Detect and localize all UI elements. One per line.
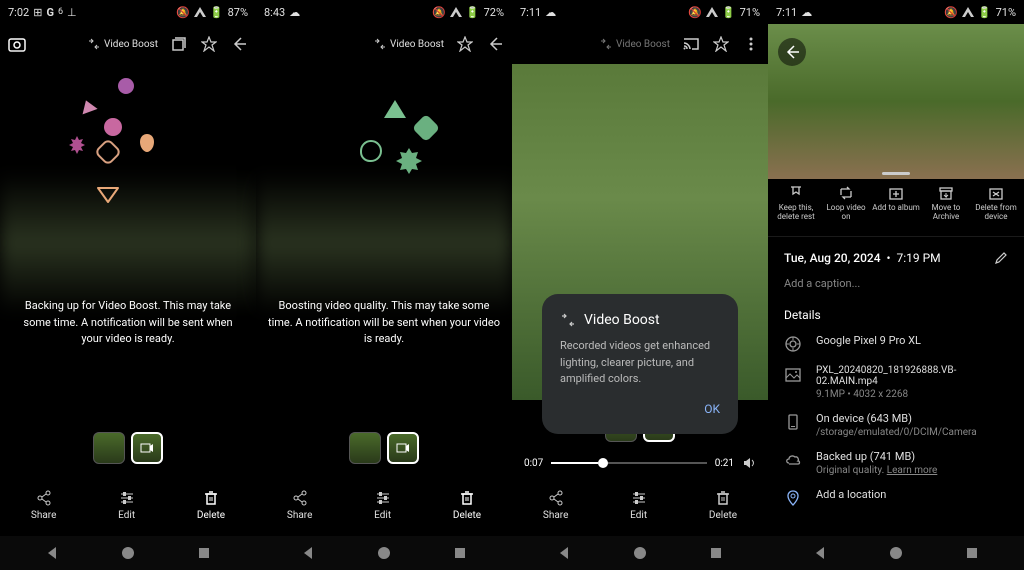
delete-device-chip[interactable]: Delete from device xyxy=(972,185,1020,230)
status-message: Backing up for Video Boost. This may tak… xyxy=(0,298,256,348)
action-chips: Keep this, delete rest Loop video on Add… xyxy=(768,179,1024,237)
thumbnail[interactable] xyxy=(93,432,125,464)
nav-back-icon[interactable] xyxy=(556,545,572,561)
dialog-title: Video Boost xyxy=(560,312,720,328)
thumbnail[interactable] xyxy=(349,432,381,464)
video-boost-button[interactable]: Video Boost xyxy=(374,38,444,50)
status-bar: 7:11☁ 🔕🔋71% xyxy=(768,0,1024,24)
edit-button[interactable]: Edit xyxy=(374,490,391,521)
more-icon[interactable] xyxy=(742,35,760,53)
status-bar: 7:02⊞G6⊥ 🔕🔋87% xyxy=(0,0,256,24)
photo-preview xyxy=(768,24,1024,179)
top-bar: Video Boost xyxy=(512,24,768,64)
nav-recent-icon[interactable] xyxy=(452,545,468,561)
video-boost-dialog: Video Boost Recorded videos get enhanced… xyxy=(542,294,738,434)
nav-home-icon[interactable] xyxy=(888,545,904,561)
dialog-body: Recorded videos get enhanced lighting, c… xyxy=(560,338,720,388)
back-icon[interactable] xyxy=(230,35,248,53)
share-button[interactable]: Share xyxy=(543,490,568,521)
nav-back-icon[interactable] xyxy=(44,545,60,561)
ok-button[interactable]: OK xyxy=(560,402,720,416)
backup-row: Backed up (741 MB)Original quality. Lear… xyxy=(784,450,1008,476)
thumbnail-selected[interactable] xyxy=(131,432,163,464)
camera-row: Google Pixel 9 Pro XL xyxy=(784,334,1008,353)
file-row: PXL_20240820_181926888.VB-02.MAIN.mp49.1… xyxy=(784,365,1008,400)
info-section: Tue, Aug 20, 2024 • 7:19 PM Add a captio… xyxy=(768,237,1024,521)
share-button[interactable]: Share xyxy=(287,490,312,521)
video-boost-button[interactable]: Video Boost xyxy=(600,38,670,50)
details-header: Details xyxy=(784,308,1008,322)
learn-more-link[interactable]: Learn more xyxy=(887,465,938,476)
nav-recent-icon[interactable] xyxy=(196,545,212,561)
nav-back-icon[interactable] xyxy=(812,545,828,561)
back-icon[interactable] xyxy=(486,35,504,53)
bottom-actions: Share Edit Delete xyxy=(512,474,768,536)
android-nav xyxy=(768,536,1024,570)
datetime-row: Tue, Aug 20, 2024 • 7:19 PM xyxy=(784,251,1008,265)
share-button[interactable]: Share xyxy=(31,490,56,521)
thumbnail-selected[interactable] xyxy=(387,432,419,464)
location-row[interactable]: Add a location xyxy=(784,488,1008,507)
device-row: On device (643 MB)/storage/emulated/0/DC… xyxy=(784,412,1008,438)
status-bar: 8:43☁ 🔕🔋72% xyxy=(256,0,512,24)
current-time: 0:07 xyxy=(524,458,543,469)
edit-button[interactable]: Edit xyxy=(118,490,135,521)
nav-home-icon[interactable] xyxy=(376,545,392,561)
android-nav xyxy=(512,536,768,570)
delete-button[interactable]: Delete xyxy=(453,490,481,521)
star-icon[interactable] xyxy=(456,35,474,53)
camera-icon[interactable] xyxy=(8,35,26,53)
nav-back-icon[interactable] xyxy=(300,545,316,561)
keep-chip[interactable]: Keep this, delete rest xyxy=(772,185,820,230)
thumbnails xyxy=(93,432,163,464)
top-bar: Video Boost xyxy=(0,24,256,64)
album-chip[interactable]: Add to album xyxy=(872,185,920,230)
caption-input[interactable]: Add a caption... xyxy=(784,277,1008,290)
bottom-actions: Share Edit Delete xyxy=(0,474,256,536)
delete-button[interactable]: Delete xyxy=(709,490,737,521)
bottom-actions: Share Edit Delete xyxy=(256,474,512,536)
archive-chip[interactable]: Move to Archive xyxy=(922,185,970,230)
top-bar: Video Boost xyxy=(256,24,512,64)
star-icon[interactable] xyxy=(712,35,730,53)
processing-shapes xyxy=(68,78,188,198)
nav-recent-icon[interactable] xyxy=(708,545,724,561)
star-icon[interactable] xyxy=(200,35,218,53)
cast-icon[interactable] xyxy=(682,35,700,53)
volume-icon[interactable] xyxy=(742,456,756,470)
edit-pencil-icon[interactable] xyxy=(994,251,1008,265)
delete-button[interactable]: Delete xyxy=(197,490,225,521)
nav-home-icon[interactable] xyxy=(632,545,648,561)
status-bar: 7:11☁ 🔕🔋71% xyxy=(512,0,768,24)
video-boost-button[interactable]: Video Boost xyxy=(88,38,158,50)
android-nav xyxy=(0,536,256,570)
duration: 0:21 xyxy=(715,458,734,469)
processing-shapes xyxy=(324,78,444,198)
back-button[interactable] xyxy=(778,38,806,66)
android-nav xyxy=(256,536,512,570)
loop-chip[interactable]: Loop video on xyxy=(822,185,870,230)
thumbnails xyxy=(349,432,419,464)
gallery-icon[interactable] xyxy=(170,35,188,53)
status-message: Boosting video quality. This may take so… xyxy=(256,298,512,348)
nav-recent-icon[interactable] xyxy=(964,545,980,561)
video-progress[interactable]: 0:07 0:21 xyxy=(512,456,768,470)
edit-button[interactable]: Edit xyxy=(630,490,647,521)
nav-home-icon[interactable] xyxy=(120,545,136,561)
